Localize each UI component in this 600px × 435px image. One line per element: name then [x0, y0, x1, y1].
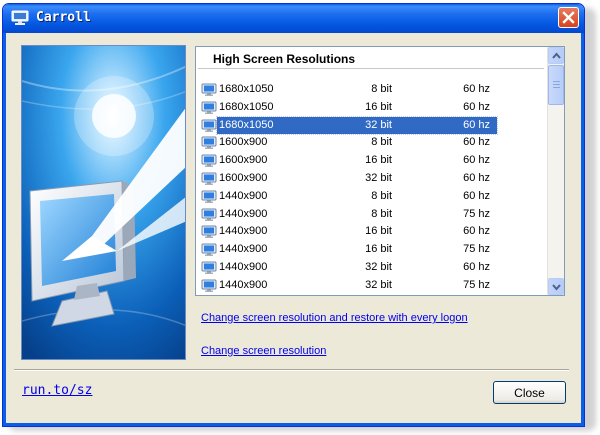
scroll-thumb[interactable]: [548, 65, 564, 105]
resolution-cell: 1600x900: [219, 154, 268, 167]
color-depth-cell: 16 bit: [365, 225, 392, 238]
color-depth-cell: 32 bit: [365, 278, 392, 291]
restore-resolution-link[interactable]: Change screen resolution and restore wit…: [201, 312, 468, 324]
monitor-icon: [201, 208, 217, 222]
list-item[interactable]: 1440x900 8 bit 60 hz: [200, 188, 546, 206]
window-frame-left: [3, 33, 6, 426]
list-item[interactable]: 1680x1050 32 bit 60 hz: [200, 115, 546, 135]
window-title: Carroll: [36, 10, 91, 25]
list-item[interactable]: 1440x900 32 bit 75 hz: [200, 277, 546, 295]
monitor-icon: [201, 172, 217, 186]
close-icon: [562, 11, 575, 24]
website-link[interactable]: run.to/sz: [22, 383, 92, 398]
chevron-down-icon: [552, 284, 561, 291]
scroll-up-button[interactable]: [548, 47, 564, 64]
monitor-icon: [201, 136, 217, 150]
resolution-cell: 1440x900: [219, 260, 268, 273]
monitor-icon: [201, 261, 217, 275]
refresh-rate-cell: 60 hz: [463, 225, 490, 238]
resolution-cell: 1680x1050: [219, 100, 274, 113]
chevron-up-icon: [552, 52, 561, 59]
resolution-rows: 1680x1050 8 bit 60 hz 1680x1050 16 bit 60 hz 1…: [200, 81, 546, 295]
refresh-rate-cell: 60 hz: [463, 118, 490, 131]
color-depth-cell: 8 bit: [371, 189, 392, 202]
resolution-cell: 1600x900: [219, 171, 268, 184]
monitor-icon: [201, 119, 217, 133]
refresh-rate-cell: 60 hz: [463, 260, 490, 273]
monitor-icon: [201, 154, 217, 168]
title-bar[interactable]: Carroll: [3, 4, 584, 33]
resolution-cell: 1680x1050: [219, 118, 274, 131]
list-item[interactable]: 1600x900 16 bit 60 hz: [200, 152, 546, 170]
change-resolution-link[interactable]: Change screen resolution: [201, 345, 326, 357]
header-divider: [198, 68, 544, 69]
list-header: High Screen Resolutions: [213, 52, 356, 66]
list-item[interactable]: 1600x900 32 bit 60 hz: [200, 170, 546, 188]
monitor-icon: [201, 190, 217, 204]
list-item[interactable]: 1680x1050 8 bit 60 hz: [200, 81, 546, 99]
resolution-cell: 1680x1050: [219, 83, 274, 95]
list-item[interactable]: 1440x900 16 bit 60 hz: [200, 223, 546, 241]
monitor-icon: [201, 101, 217, 115]
resolution-cell: 1440x900: [219, 278, 268, 291]
list-item[interactable]: 1440x900 32 bit 60 hz: [200, 259, 546, 277]
scroll-down-button[interactable]: [548, 278, 564, 295]
window-frame-bottom: [3, 423, 584, 426]
refresh-rate-cell: 75 hz: [463, 243, 490, 256]
monitor-icon: [201, 279, 217, 293]
list-item[interactable]: 1440x900 16 bit 75 hz: [200, 241, 546, 259]
color-depth-cell: 8 bit: [371, 83, 392, 95]
color-depth-cell: 32 bit: [365, 260, 392, 273]
resolution-cell: 1440x900: [219, 207, 268, 220]
list-item[interactable]: 1440x900 8 bit 75 hz: [200, 206, 546, 224]
color-depth-cell: 8 bit: [371, 136, 392, 149]
refresh-rate-cell: 60 hz: [463, 83, 490, 95]
color-depth-cell: 16 bit: [365, 154, 392, 167]
window-frame-right: [581, 33, 584, 426]
banner-image: [21, 45, 186, 360]
thumb-grip: [553, 87, 560, 88]
resolution-cell: 1600x900: [219, 136, 268, 149]
thumb-grip: [553, 84, 560, 85]
resolution-cell: 1440x900: [219, 189, 268, 202]
monitor-icon: [201, 83, 217, 97]
close-button[interactable]: Close: [493, 381, 566, 404]
thumb-grip: [553, 81, 560, 82]
color-depth-cell: 8 bit: [371, 207, 392, 220]
resolution-cell: 1440x900: [219, 243, 268, 256]
color-depth-cell: 32 bit: [365, 118, 392, 131]
footer-divider: [14, 369, 569, 371]
refresh-rate-cell: 60 hz: [463, 171, 490, 184]
refresh-rate-cell: 60 hz: [463, 154, 490, 167]
vertical-scrollbar[interactable]: [547, 47, 564, 295]
color-depth-cell: 16 bit: [365, 100, 392, 113]
monitor-icon: [201, 225, 217, 239]
refresh-rate-cell: 75 hz: [463, 278, 490, 291]
resolution-list[interactable]: High Screen Resolutions 1680x1050 8 bit 60…: [195, 46, 565, 296]
refresh-rate-cell: 60 hz: [463, 189, 490, 202]
monitor-icon: [201, 243, 217, 257]
color-depth-cell: 32 bit: [365, 171, 392, 184]
refresh-rate-cell: 60 hz: [463, 136, 490, 149]
list-item[interactable]: 1680x1050 16 bit 60 hz: [200, 99, 546, 117]
color-depth-cell: 16 bit: [365, 243, 392, 256]
list-item[interactable]: 1600x900 8 bit 60 hz: [200, 134, 546, 152]
resolution-cell: 1440x900: [219, 225, 268, 238]
refresh-rate-cell: 75 hz: [463, 207, 490, 220]
monitor-icon: [11, 10, 29, 26]
window-close-button[interactable]: [558, 7, 579, 28]
refresh-rate-cell: 60 hz: [463, 100, 490, 113]
